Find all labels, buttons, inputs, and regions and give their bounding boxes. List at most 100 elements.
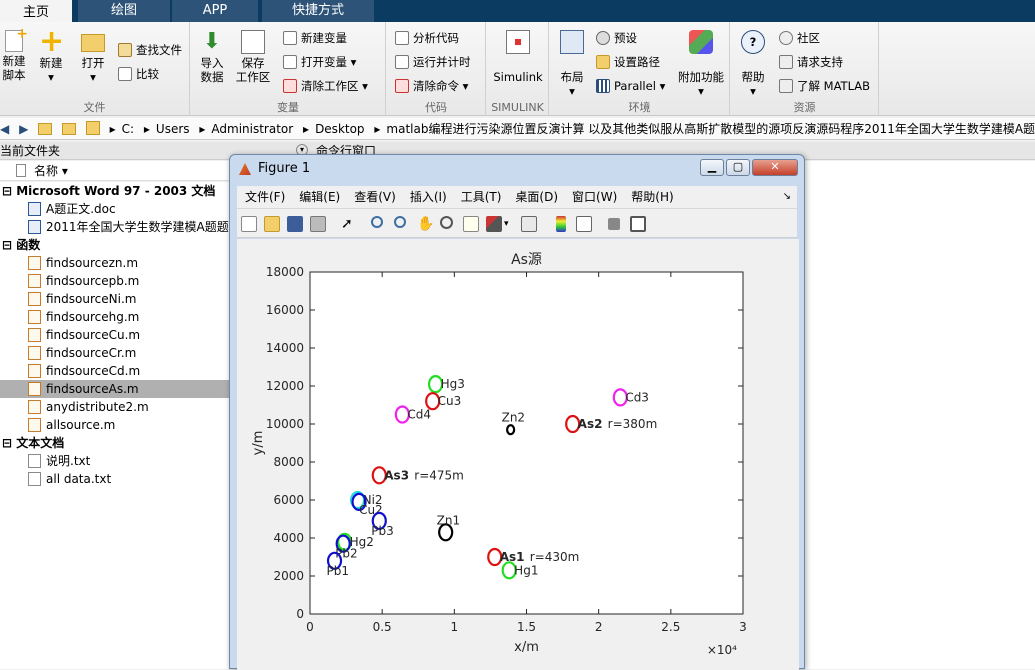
file-name: 文本文档: [16, 436, 65, 450]
figure-menu-item[interactable]: 工具(T): [461, 190, 502, 204]
open-variable-button[interactable]: 打开变量 ▾: [283, 52, 356, 72]
analyze-code-button[interactable]: 分析代码: [395, 28, 459, 48]
close-button[interactable]: ✕: [752, 159, 798, 176]
figure-window[interactable]: Figure 1 ▁ ▢ ✕ 文件(F) 编辑(E) 查看(V) 插入(I) 工具(T)…: [229, 154, 805, 670]
code-group-label: 代码: [425, 101, 447, 114]
back-arrow-icon[interactable]: ◀: [0, 122, 9, 136]
up-folder-icon[interactable]: [38, 123, 53, 135]
chevron-down-icon[interactable]: ▾: [504, 216, 512, 232]
set-path-button[interactable]: 设置路径: [596, 52, 660, 72]
data-point-label: Cu3: [438, 394, 462, 408]
layout-button[interactable]: 布局 ▾: [554, 30, 590, 98]
file-list-item[interactable]: anydistribute2.m: [0, 398, 232, 416]
brush-icon[interactable]: [486, 216, 502, 232]
collapse-icon[interactable]: ⊟: [2, 436, 16, 450]
learn-matlab-button[interactable]: 了解 MATLAB: [779, 76, 870, 96]
file-list-item[interactable]: 2011年全国大学生数学建模A题题: [0, 218, 232, 236]
address-bar[interactable]: ◀ ▶ ▸ C: ▸ Users ▸ Administrator ▸ Desktop ▸…: [0, 118, 1035, 140]
show-plot-tools-icon[interactable]: [630, 216, 646, 232]
collapse-icon[interactable]: ⊟: [2, 238, 16, 252]
addons-button[interactable]: 附加功能 ▾: [676, 30, 726, 98]
addons-label: 附加功能: [678, 70, 724, 84]
file-list-item[interactable]: findsourcezn.m: [0, 254, 232, 272]
simulink-button[interactable]: Simulink: [491, 30, 545, 84]
zoom-in-icon[interactable]: [371, 216, 383, 228]
colorbar-icon[interactable]: [556, 216, 566, 232]
zoom-out-icon[interactable]: [394, 216, 406, 228]
hide-plot-tools-icon[interactable]: [608, 218, 620, 230]
new-figure-icon[interactable]: [241, 216, 257, 232]
path-segment-drive[interactable]: C:: [122, 122, 134, 136]
clear-commands-button[interactable]: 清除命令 ▾: [395, 76, 468, 96]
file-group-header[interactable]: ⊟ 函数: [0, 236, 232, 254]
figure-menu-item[interactable]: 窗口(W): [572, 190, 617, 204]
parallel-button[interactable]: Parallel ▾: [596, 76, 665, 96]
m-file-icon: [28, 256, 41, 270]
file-list-item[interactable]: findsourceCu.m: [0, 326, 232, 344]
open-button[interactable]: 打开 ▾: [76, 30, 110, 84]
forward-arrow-icon[interactable]: ▶: [19, 122, 28, 136]
dock-arrow-icon[interactable]: ↘: [783, 186, 791, 208]
import-data-button[interactable]: ⬇ 导入 数据: [197, 30, 227, 85]
browse-folder-icon[interactable]: [61, 123, 76, 135]
name-column-header[interactable]: 名称 ▾: [0, 161, 232, 181]
file-list-item[interactable]: findsourceCd.m: [0, 362, 232, 380]
figure-title-bar[interactable]: Figure 1 ▁ ▢ ✕: [230, 155, 804, 183]
tab-apps[interactable]: APP: [172, 0, 258, 22]
link-plot-icon[interactable]: [521, 216, 537, 232]
maximize-button[interactable]: ▢: [726, 159, 750, 176]
file-list-item[interactable]: 说明.txt: [0, 452, 232, 470]
tab-plots[interactable]: 绘图: [78, 0, 170, 22]
file-list-item[interactable]: allsource.m: [0, 416, 232, 434]
minimize-button[interactable]: ▁: [700, 159, 724, 176]
figure-menu-item[interactable]: 文件(F): [245, 190, 285, 204]
scatter-plot[interactable]: 0 0.5 1 1.5 2 2.5 3 0 2000 4000 6000 8000 10000 12000…: [237, 239, 799, 670]
pointer-icon[interactable]: ➚: [341, 216, 357, 232]
tab-home[interactable]: 主页: [0, 0, 72, 22]
open-file-icon[interactable]: [264, 216, 280, 232]
path-segment-project[interactable]: matlab编程进行污染源位置反演计算 以及其他类似服从高斯扩散模型的源项反演源…: [386, 122, 1035, 136]
new-button[interactable]: + 新建 ▾: [34, 27, 68, 85]
save-workspace-button[interactable]: 保存 工作区: [235, 30, 271, 84]
collapse-icon[interactable]: ⊟: [2, 184, 16, 198]
help-button[interactable]: ? 帮助 ▾: [737, 30, 769, 98]
request-support-button[interactable]: 请求支持: [779, 52, 843, 72]
path-segment-users[interactable]: Users: [156, 122, 190, 136]
path-segment-desktop[interactable]: Desktop: [315, 122, 365, 136]
file-list-item[interactable]: findsourceAs.m: [0, 380, 232, 398]
file-name: findsourceCr.m: [46, 346, 137, 360]
run-and-time-button[interactable]: 运行并计时: [395, 52, 471, 72]
preferences-button[interactable]: 预设: [596, 28, 637, 48]
print-icon[interactable]: [310, 216, 326, 232]
figure-menu-item[interactable]: 帮助(H): [631, 190, 673, 204]
file-list-item[interactable]: A题正文.doc: [0, 200, 232, 218]
figure-menu-item[interactable]: 桌面(D): [515, 190, 558, 204]
file-list-item[interactable]: findsourceCr.m: [0, 344, 232, 362]
find-files-button[interactable]: 查找文件: [118, 40, 182, 60]
new-variable-button[interactable]: 新建变量: [283, 28, 347, 48]
file-list-item[interactable]: findsourcehg.m: [0, 308, 232, 326]
compare-button[interactable]: 比较: [118, 64, 159, 84]
figure-menu-item[interactable]: 查看(V): [354, 190, 396, 204]
chart-title: As源: [511, 252, 542, 268]
file-list-item[interactable]: findsourceNi.m: [0, 290, 232, 308]
clear-workspace-button[interactable]: 清除工作区 ▾: [283, 76, 368, 96]
figure-canvas[interactable]: 0 0.5 1 1.5 2 2.5 3 0 2000 4000 6000 8000 10000 12000…: [237, 239, 799, 670]
new-script-button[interactable]: + 新建 脚本: [0, 27, 29, 82]
file-group-header[interactable]: ⊟ 文本文档: [0, 434, 232, 452]
legend-icon[interactable]: [576, 216, 592, 232]
file-group-header[interactable]: ⊟ Microsoft Word 97 - 2003 文档: [0, 182, 232, 200]
data-cursor-icon[interactable]: [463, 216, 479, 232]
data-point-note: r=430m: [530, 550, 580, 564]
tab-shortcuts[interactable]: 快捷方式: [262, 0, 374, 22]
save-icon[interactable]: [287, 216, 303, 232]
file-list-item[interactable]: findsourcepb.m: [0, 272, 232, 290]
community-button[interactable]: 社区: [779, 28, 820, 48]
figure-menu-item[interactable]: 编辑(E): [299, 190, 340, 204]
figure-menu-item[interactable]: 插入(I): [410, 190, 447, 204]
file-list-item[interactable]: all data.txt: [0, 470, 232, 488]
m-file-icon: [28, 382, 41, 396]
pan-hand-icon[interactable]: ✋: [417, 216, 434, 232]
rotate-3d-icon[interactable]: [440, 216, 453, 229]
path-segment-administrator[interactable]: Administrator: [211, 122, 293, 136]
